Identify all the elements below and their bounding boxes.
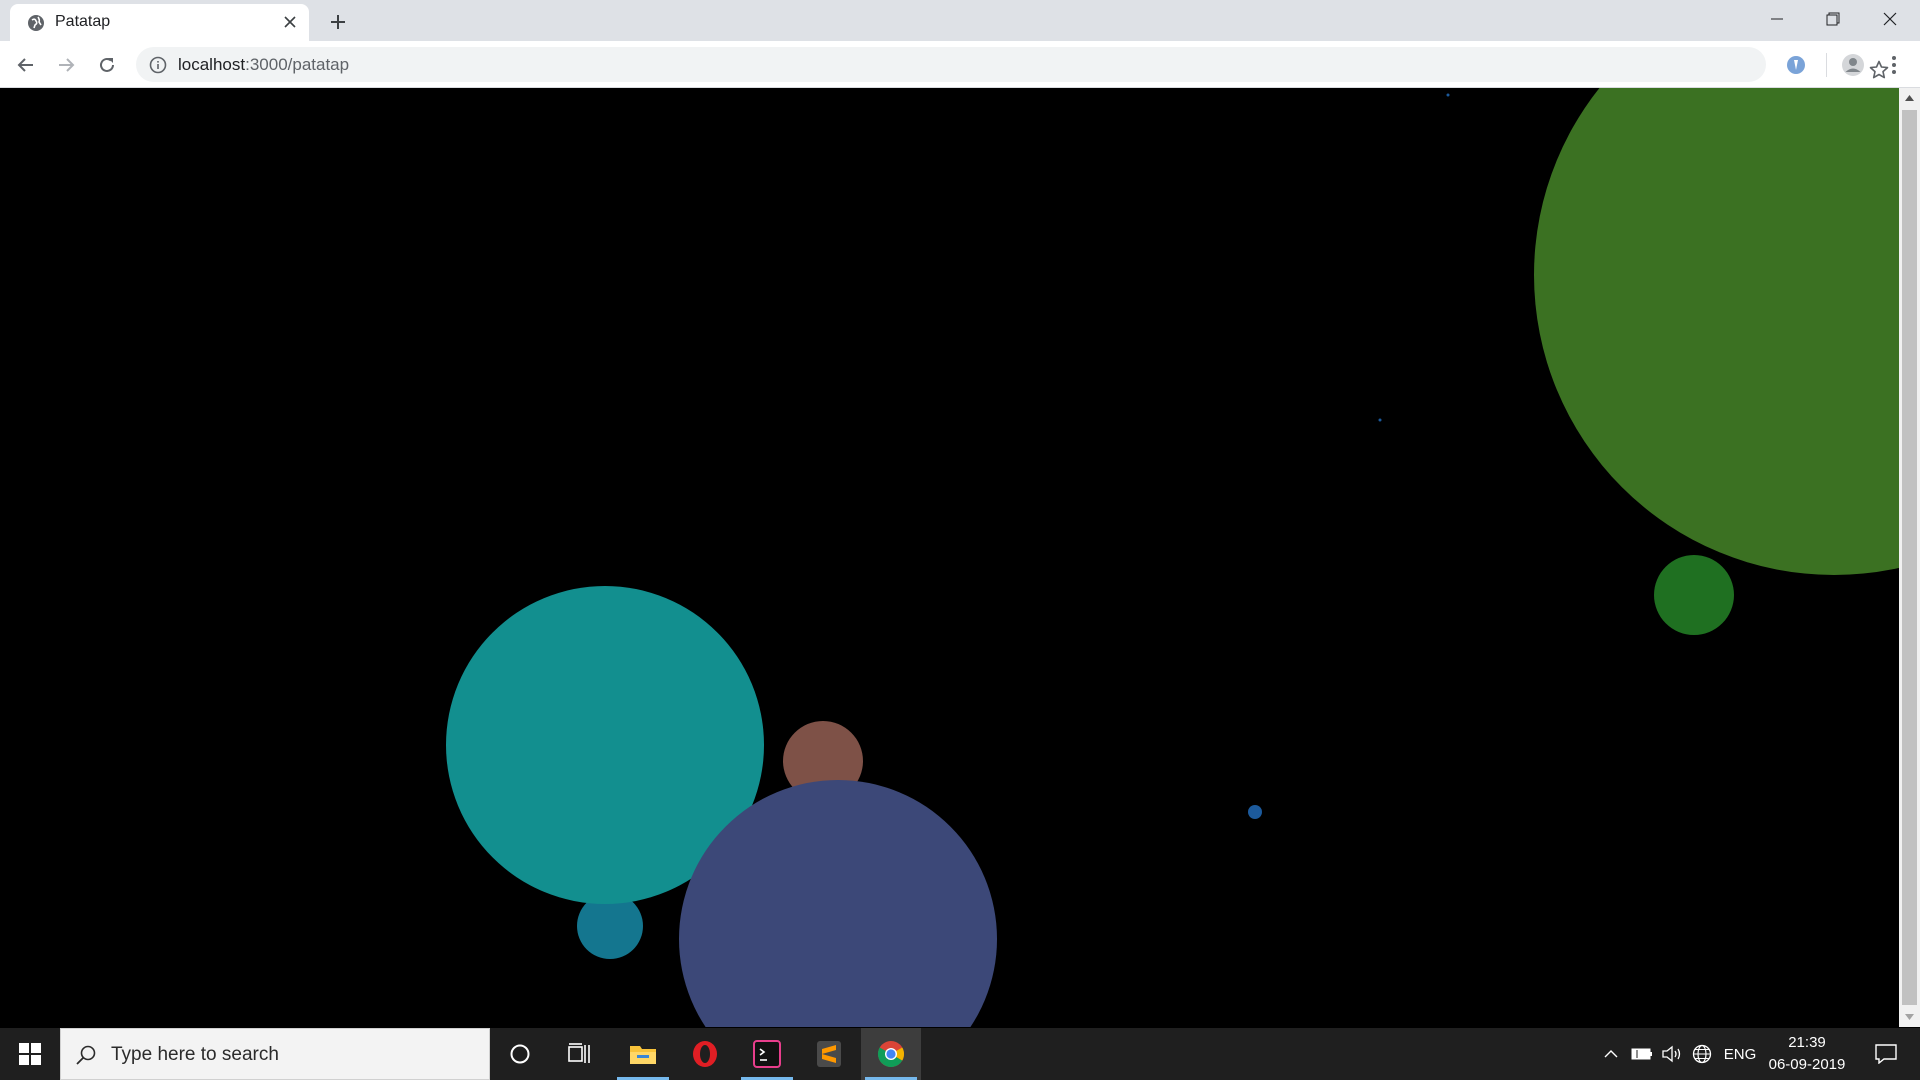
back-button[interactable] [10,49,42,81]
minimize-icon [1771,18,1783,20]
sublime-text-icon [817,1041,841,1067]
search-icon [76,1045,96,1065]
minimize-button[interactable] [1749,0,1805,38]
restore-button[interactable] [1805,0,1861,38]
volume-icon [1662,1045,1681,1063]
menu-dots-icon [1892,56,1896,74]
toolbar-separator [1826,53,1827,77]
task-view-icon [568,1043,590,1063]
chevron-up-icon [1604,1050,1618,1058]
extension-icon [1787,56,1805,74]
forward-arrow-icon [59,58,75,72]
profile-icon [1842,54,1864,76]
globe-icon [28,15,44,31]
triangle-down-icon [1905,1014,1914,1020]
restore-icon [1826,12,1840,26]
clock-date: 06-09-2019 [1768,1056,1846,1073]
clock-time: 21:39 [1788,1034,1826,1051]
browser-toolbar: localhost:3000/patatap [0,41,1920,88]
opera-icon [693,1041,717,1067]
window-close-button[interactable] [1862,0,1918,38]
network-globe-icon [1692,1044,1712,1064]
window-close-icon [1883,12,1897,26]
chrome-button[interactable] [861,1028,921,1080]
taskbar-search-box[interactable]: Type here to search [60,1028,490,1080]
battery-button[interactable] [1628,1028,1656,1080]
info-icon[interactable] [148,55,168,75]
extension-button[interactable] [1780,49,1812,81]
green-small-circle [1654,555,1734,635]
tiny-dot [1446,93,1450,97]
scroll-up-arrow[interactable] [1899,88,1920,108]
back-arrow-icon [17,58,33,72]
new-tab-button[interactable] [324,8,352,36]
tab-patatap[interactable]: Patatap [10,4,309,41]
sublime-text-button[interactable] [799,1028,859,1080]
volume-button[interactable] [1658,1028,1686,1080]
scroll-thumb[interactable] [1902,110,1917,1005]
cortana-button[interactable] [490,1028,550,1080]
triangle-up-icon [1905,95,1914,101]
show-hidden-icons-button[interactable] [1600,1028,1622,1080]
windows-taskbar: Type here to search ENG 21:39 06-09-2019 [0,1028,1920,1080]
terminal-button[interactable] [737,1028,797,1080]
plus-icon [331,15,345,29]
reload-button[interactable] [91,49,123,81]
forward-button[interactable] [50,49,82,81]
url-text: localhost:3000/patatap [178,55,349,75]
blue-dot [1248,805,1262,819]
file-explorer-icon [630,1046,656,1064]
battery-icon [1631,1048,1652,1060]
search-placeholder: Type here to search [111,1044,279,1065]
task-view-button[interactable] [550,1028,610,1080]
patatap-canvas[interactable] [0,88,1899,1027]
green-large-circle [1534,88,1899,575]
cortana-icon [510,1044,530,1064]
clock[interactable]: 21:39 06-09-2019 [1762,1032,1852,1076]
url-host: localhost [178,55,246,74]
scroll-down-arrow[interactable] [1899,1007,1920,1027]
network-button[interactable] [1688,1028,1716,1080]
close-icon[interactable] [278,10,302,34]
language-indicator[interactable]: ENG [1722,1028,1758,1080]
tab-strip: Patatap [0,0,1920,41]
file-explorer-button[interactable] [613,1028,673,1080]
action-center-button[interactable] [1864,1028,1908,1080]
terminal-icon [753,1040,781,1068]
start-button[interactable] [0,1028,60,1080]
profile-button[interactable] [1837,49,1869,81]
menu-button[interactable] [1878,49,1910,81]
chrome-icon [877,1041,905,1068]
tab-title: Patatap [55,13,111,30]
notification-icon [1875,1044,1897,1064]
url-path: :3000/patatap [245,55,350,74]
opera-button[interactable] [675,1028,735,1080]
address-bar[interactable]: localhost:3000/patatap [136,47,1889,82]
vertical-scrollbar[interactable] [1899,88,1920,1027]
windows-logo-icon [19,1043,41,1065]
tiny-dot [1378,418,1382,422]
reload-icon [100,57,114,72]
